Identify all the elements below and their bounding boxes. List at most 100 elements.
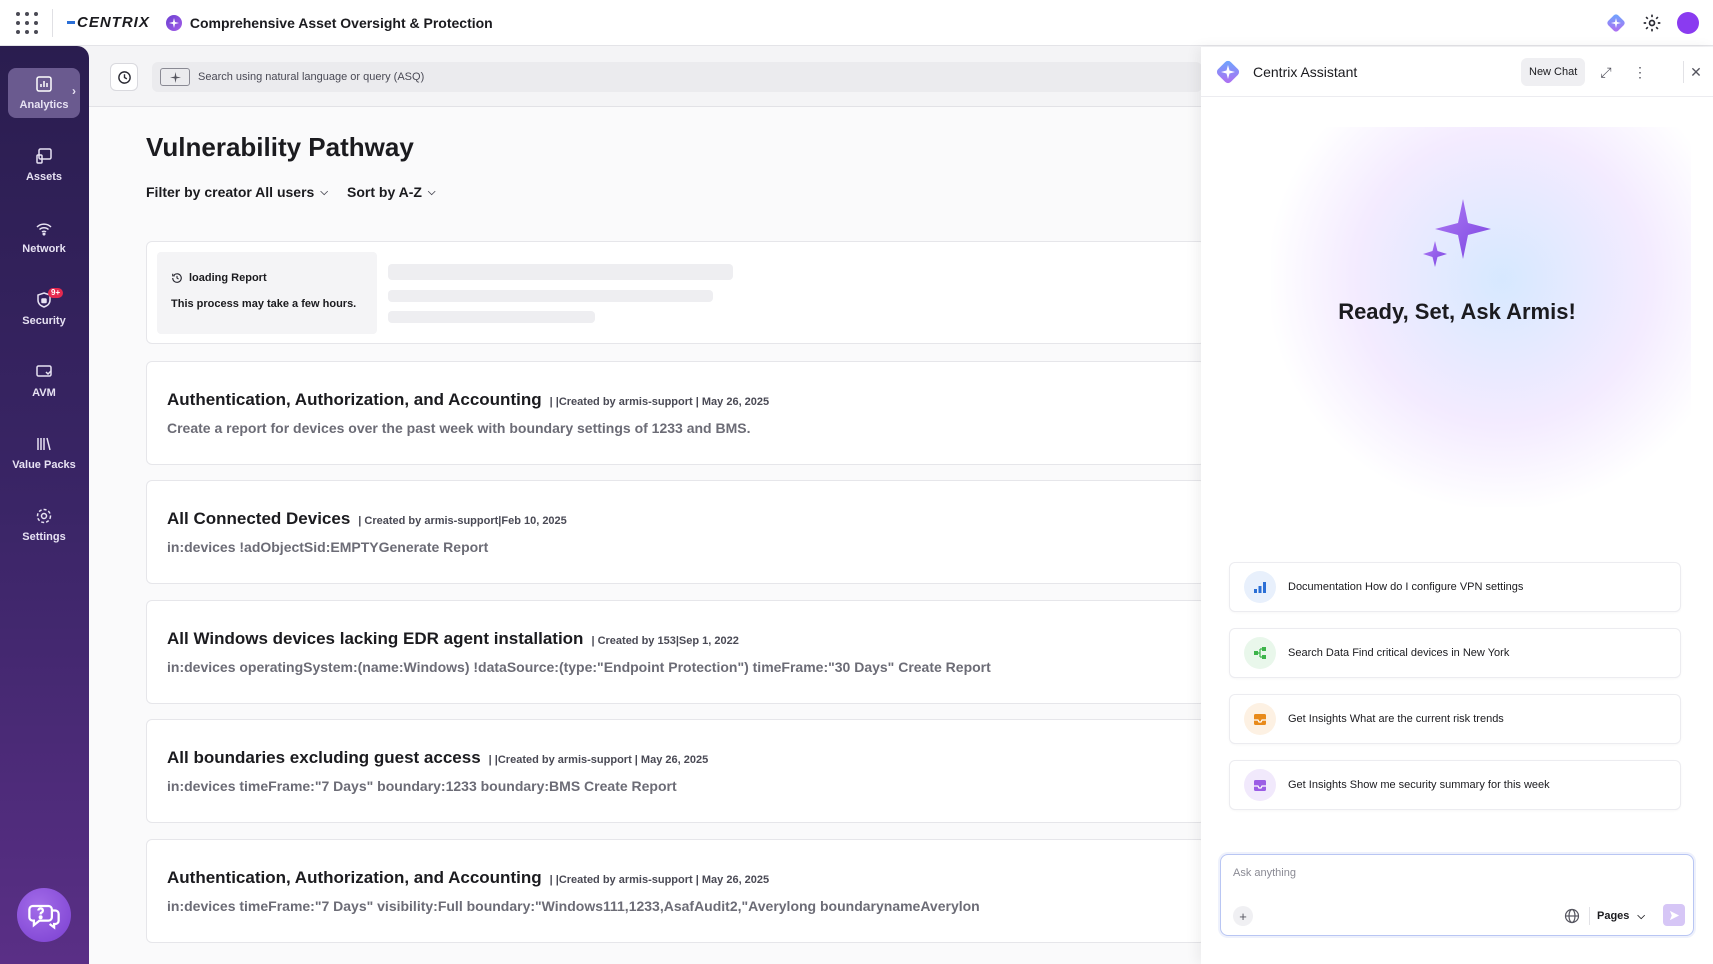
globe-icon[interactable] (1563, 907, 1581, 925)
skeleton-line (388, 290, 713, 302)
nodes-icon (1244, 637, 1276, 669)
sidebar-item-settings[interactable]: Settings (8, 500, 80, 550)
value-packs-icon (37, 437, 51, 451)
sidebar-item-label: Assets (25, 171, 63, 183)
report-card[interactable]: All boundaries excluding guest access | … (146, 719, 1206, 823)
inbox-icon (1244, 769, 1276, 801)
suggestion-text: Documentation How do I configure VPN set… (1288, 581, 1524, 593)
pages-dropdown[interactable]: Pages ⌵ (1597, 906, 1645, 926)
bar-chart-icon (1244, 571, 1276, 603)
report-card[interactable]: All Connected Devices | Created by armis… (146, 480, 1206, 584)
gear-icon (36, 508, 52, 524)
report-title-row: All boundaries excluding guest access | … (167, 748, 708, 768)
sidebar-item-avm[interactable]: AVM (8, 356, 80, 406)
centrix-logo[interactable]: CENTRIX (67, 14, 150, 31)
apps-grid-icon[interactable] (16, 11, 38, 34)
report-name[interactable]: All Connected Devices (167, 509, 350, 529)
report-card[interactable]: Authentication, Authorization, and Accou… (146, 361, 1206, 465)
report-description: in:devices timeFrame:"7 Days" boundary:1… (167, 778, 677, 794)
suggestion-card[interactable]: Search Data Find critical devices in New… (1229, 628, 1681, 678)
loading-title-text: loading Report (189, 272, 267, 284)
loading-report-card: loading Report This process may take a f… (146, 241, 1206, 344)
search-input[interactable]: Search using natural language or query (… (198, 71, 424, 83)
sort-dropdown[interactable]: Sort by A-Z ⌵ (347, 184, 436, 200)
chevron-down-icon: ⌵ (320, 186, 328, 198)
avatar[interactable] (1677, 12, 1699, 34)
analytics-icon (36, 76, 52, 92)
sidebar: Analytics › Assets Network 9+ Security A… (0, 46, 89, 964)
chevron-down-icon: ⌵ (427, 186, 436, 198)
skeleton-line (388, 311, 595, 323)
search-bar[interactable]: Search using natural language or query (… (152, 62, 1202, 92)
assistant-title: Centrix Assistant (1253, 63, 1358, 80)
topbar-divider (52, 8, 53, 37)
report-title-row: Authentication, Authorization, and Accou… (167, 868, 769, 888)
filter-by-creator-dropdown[interactable]: Filter by creator All users ⌵ (146, 184, 328, 200)
close-icon[interactable]: ✕ (1685, 61, 1707, 83)
send-button[interactable] (1663, 904, 1685, 926)
content-divider (89, 106, 1201, 107)
sparkle-icon (1423, 199, 1491, 267)
send-icon (1669, 910, 1679, 920)
sidebar-item-label: Value Packs (12, 459, 76, 471)
sidebar-item-analytics[interactable]: Analytics › (8, 68, 80, 118)
report-name[interactable]: Authentication, Authorization, and Accou… (167, 868, 542, 888)
sidebar-item-label: AVM (32, 387, 56, 399)
more-options-icon[interactable]: ⋮ (1629, 61, 1651, 83)
sidebar-item-label: Analytics (19, 99, 69, 111)
suggestion-text: Search Data Find critical devices in New… (1288, 647, 1510, 659)
topbar-actions (1605, 0, 1713, 46)
assets-icon (36, 148, 52, 164)
report-meta: | |Created by armis-support | May 26, 20… (488, 754, 709, 766)
report-description: in:devices timeFrame:"7 Days" visibility… (167, 898, 980, 914)
top-bar: CENTRIX Comprehensive Asset Oversight & … (0, 0, 1713, 46)
suggestion-card[interactable]: Get Insights Show me security summary fo… (1229, 760, 1681, 810)
report-card[interactable]: Authentication, Authorization, and Accou… (146, 839, 1206, 943)
report-title-row: All Connected Devices | Created by armis… (167, 509, 567, 529)
sidebar-item-label: Network (22, 243, 66, 255)
assistant-header: Centrix Assistant New Chat ⤢ ⋮ ✕ (1201, 47, 1713, 97)
inbox-icon (1244, 703, 1276, 735)
chevron-right-icon: › (72, 84, 76, 98)
history-icon (172, 273, 182, 283)
plus-icon[interactable]: + (1233, 906, 1253, 926)
composer: + Pages ⌵ (1220, 854, 1694, 936)
expand-icon[interactable]: ⤢ (1595, 61, 1617, 83)
assistant-logo-icon (1213, 57, 1243, 87)
sidebar-item-value-packs[interactable]: Value Packs (8, 428, 80, 478)
sidebar-item-label: Security (22, 315, 66, 327)
history-button[interactable] (110, 63, 138, 91)
sidebar-item-network[interactable]: Network (8, 212, 80, 262)
ask-input[interactable] (1233, 867, 1673, 879)
report-description: in:devices operatingSystem:(name:Windows… (167, 659, 991, 675)
suggestion-text: Get Insights What are the current risk t… (1288, 713, 1504, 725)
help-chat-button[interactable] (17, 888, 71, 942)
sidebar-item-security[interactable]: 9+ Security (8, 284, 80, 334)
report-name[interactable]: All boundaries excluding guest access (167, 748, 481, 768)
loading-status: loading Report This process may take a f… (157, 252, 377, 334)
report-name[interactable]: All Windows devices lacking EDR agent in… (167, 629, 583, 649)
report-description: in:devices !adObjectSid:EMPTYGenerate Re… (167, 539, 489, 555)
chat-help-icon (28, 904, 60, 930)
report-card[interactable]: All Windows devices lacking EDR agent in… (146, 600, 1206, 704)
report-meta: | Created by 153|Sep 1, 2022 (591, 635, 739, 647)
report-name[interactable]: Authentication, Authorization, and Accou… (167, 390, 542, 410)
gear-icon[interactable] (1641, 12, 1663, 34)
sidebar-item-assets[interactable]: Assets (8, 140, 80, 190)
pages-label: Pages (1597, 910, 1630, 922)
suggestion-text: Get Insights Show me security summary fo… (1288, 779, 1550, 791)
suggestion-card[interactable]: Get Insights What are the current risk t… (1229, 694, 1681, 744)
app-badge-icon (165, 14, 182, 31)
network-icon (36, 223, 52, 236)
app-title: Comprehensive Asset Oversight & Protecti… (189, 14, 493, 31)
sidebar-item-label: Settings (22, 531, 66, 543)
chevron-down-icon: ⌵ (1637, 910, 1646, 922)
avm-icon (36, 365, 52, 377)
assistant-spark-icon[interactable] (1605, 12, 1627, 34)
logo-text: CENTRIX (77, 14, 150, 31)
report-description: Create a report for devices over the pas… (167, 420, 751, 436)
suggestion-card[interactable]: Documentation How do I configure VPN set… (1229, 562, 1681, 612)
report-meta: | |Created by armis-support | May 26, 20… (549, 396, 770, 408)
new-chat-button[interactable]: New Chat (1521, 58, 1586, 86)
skeleton-line (388, 264, 733, 280)
